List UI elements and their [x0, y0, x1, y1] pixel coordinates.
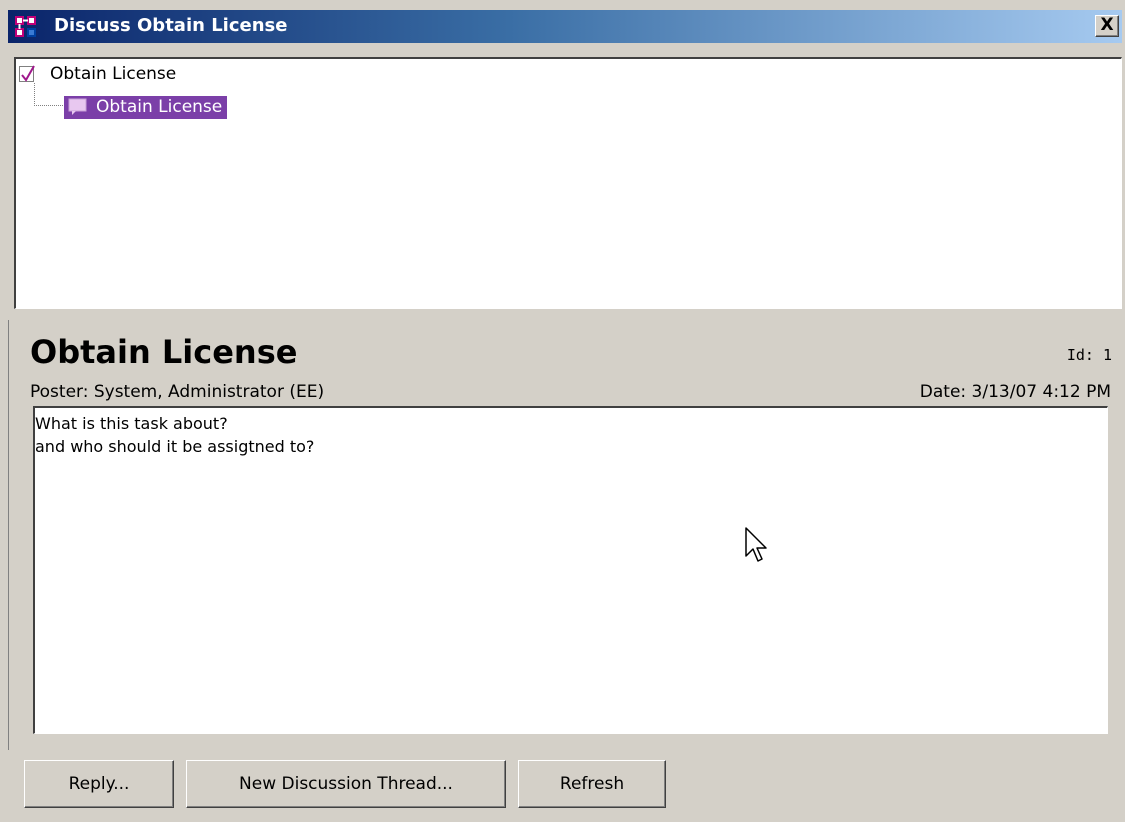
task-checkbox-icon — [19, 65, 35, 82]
refresh-button[interactable]: Refresh — [518, 760, 666, 808]
tree-view[interactable]: Obtain License Obtain License — [14, 57, 1122, 309]
pane-splitter[interactable] — [8, 311, 1122, 319]
app-icon — [15, 16, 37, 38]
detail-pane-edge — [8, 320, 15, 750]
tree-item-child[interactable]: Obtain License — [64, 94, 228, 120]
title-bar[interactable]: Discuss Obtain License X — [8, 10, 1122, 43]
window-title: Discuss Obtain License — [54, 15, 288, 36]
tree-item-root-label: Obtain License — [50, 64, 177, 84]
new-discussion-thread-button[interactable]: New Discussion Thread... — [186, 760, 506, 808]
tree-item-child-label: Obtain License — [96, 96, 223, 117]
tree-connector — [34, 83, 65, 106]
close-button[interactable]: X — [1095, 15, 1119, 37]
thread-title: Obtain License — [30, 333, 298, 371]
mouse-pointer-icon — [745, 527, 769, 572]
poster-label: Poster: System, Administrator (EE) — [30, 382, 325, 402]
message-body[interactable]: What is this task about? and who should … — [33, 406, 1108, 734]
message-line: and who should it be assigtned to? — [35, 437, 315, 456]
thread-id: Id: 1 — [1066, 346, 1112, 364]
reply-button[interactable]: Reply... — [24, 760, 174, 808]
date-label: Date: 3/13/07 4:12 PM — [919, 382, 1111, 402]
message-line: What is this task about? — [35, 414, 228, 433]
tree-item-child-selected[interactable]: Obtain License — [64, 95, 228, 119]
message-icon — [68, 98, 88, 116]
